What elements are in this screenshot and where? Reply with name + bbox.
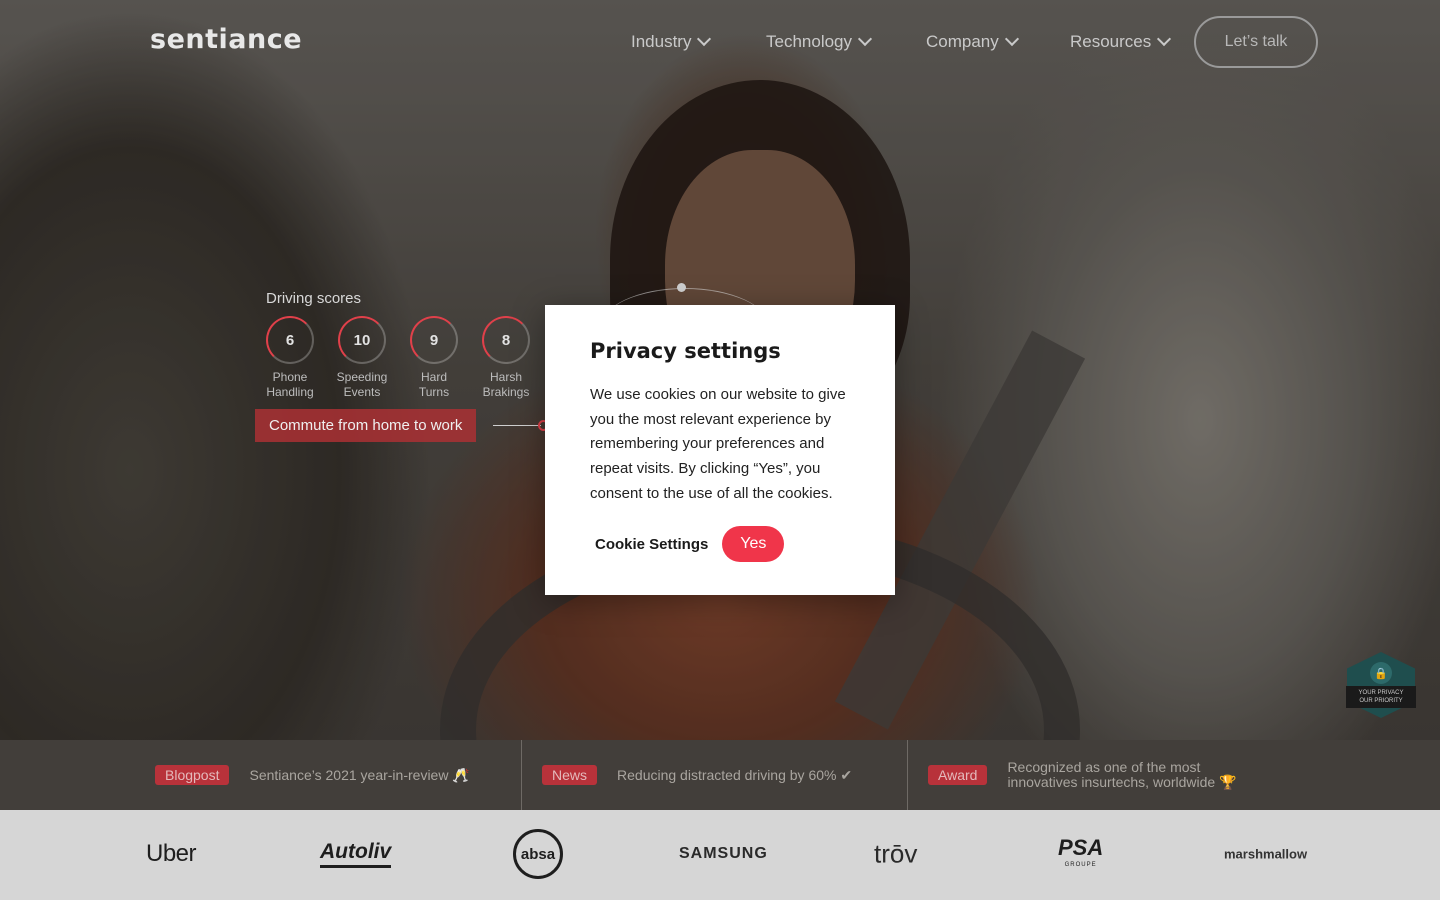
modal-title: Privacy settings xyxy=(590,339,781,363)
modal-actions: Cookie Settings Yes xyxy=(595,526,785,562)
privacy-settings-modal: Privacy settings We use cookies on our w… xyxy=(545,305,895,595)
modal-body: We use cookies on our website to give yo… xyxy=(590,386,846,502)
cookie-settings-button[interactable]: Cookie Settings xyxy=(595,536,708,553)
accept-cookies-button[interactable]: Yes xyxy=(722,526,785,562)
